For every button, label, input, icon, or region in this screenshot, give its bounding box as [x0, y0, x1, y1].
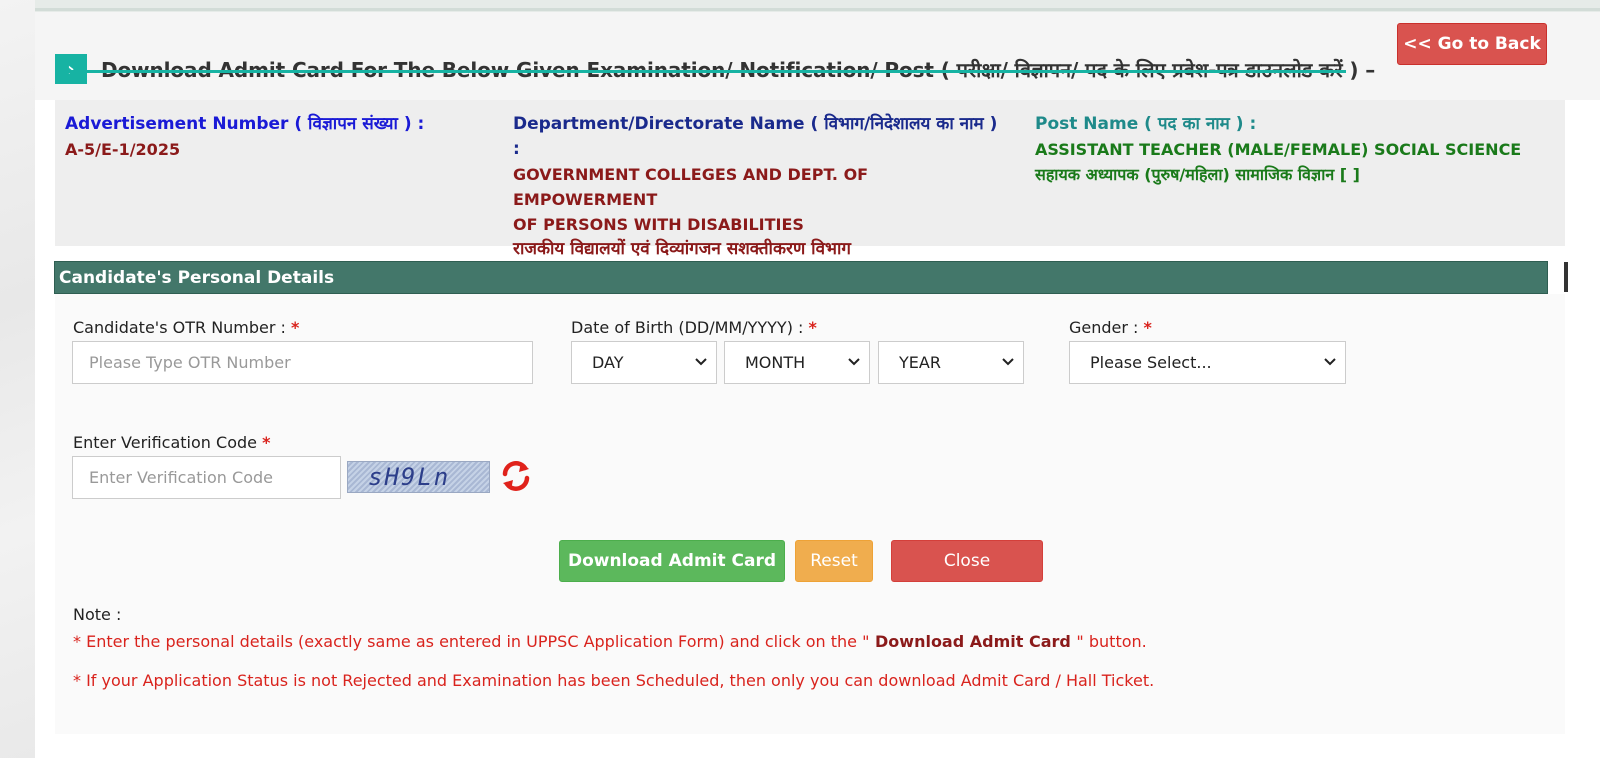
- post-value: ASSISTANT TEACHER (MALE/FEMALE) SOCIAL S…: [1035, 140, 1522, 159]
- dob-month-select[interactable]: MONTH: [724, 341, 870, 384]
- department-info: Department/Directorate Name ( विभाग/निदे…: [513, 112, 1013, 262]
- scroll-edge-marker: [1564, 262, 1568, 292]
- verification-label-text: Enter Verification Code: [73, 433, 257, 452]
- post-info: Post Name ( पद का नाम ) : ASSISTANT TEAC…: [1035, 112, 1555, 187]
- captcha-text: sH9Ln: [368, 463, 451, 491]
- department-label-colon: :: [513, 139, 520, 159]
- note-line-1-bold: Download Admit Card: [869, 632, 1077, 651]
- refresh-icon[interactable]: [499, 459, 533, 493]
- chevron-right-icon: ›: [55, 54, 87, 84]
- gender-label: Gender : *: [1069, 318, 1152, 337]
- chevron-down-icon: [848, 358, 860, 366]
- page-background-left: [0, 0, 35, 758]
- chevron-down-icon: [695, 358, 707, 366]
- captcha-image: sH9Ln: [347, 461, 490, 493]
- dob-day-value: DAY: [592, 353, 624, 372]
- note-line-1-prefix: * Enter the personal details (exactly sa…: [73, 632, 870, 651]
- gender-label-text: Gender :: [1069, 318, 1139, 337]
- exam-info-panel: Advertisement Number ( विज्ञापन संख्या )…: [55, 100, 1565, 259]
- top-strip-line: [35, 8, 1600, 11]
- required-mark: *: [808, 318, 817, 337]
- required-mark: *: [262, 433, 271, 452]
- dob-label-text: Date of Birth (DD/MM/YYYY) :: [571, 318, 804, 337]
- close-button[interactable]: Close: [891, 540, 1043, 582]
- dob-month-value: MONTH: [745, 353, 806, 372]
- note-title: Note :: [73, 605, 122, 624]
- advertisement-info: Advertisement Number ( विज्ञापन संख्या )…: [65, 112, 485, 162]
- dob-day-select[interactable]: DAY: [571, 341, 717, 384]
- verification-code-input[interactable]: Enter Verification Code: [72, 456, 341, 499]
- heading-underline: [55, 70, 1346, 73]
- note-line-2: * If your Application Status is not Reje…: [73, 671, 1155, 690]
- gender-value: Please Select...: [1090, 353, 1212, 372]
- personal-details-form: Candidate's OTR Number : * Please Type O…: [55, 294, 1565, 734]
- otr-number-input[interactable]: Please Type OTR Number: [72, 341, 533, 384]
- otr-label-text: Candidate's OTR Number :: [73, 318, 286, 337]
- department-value-line1: GOVERNMENT COLLEGES AND DEPT. OF EMPOWER…: [513, 165, 869, 209]
- reset-button[interactable]: Reset: [795, 540, 873, 582]
- note-line-1-suffix: " button.: [1076, 632, 1147, 651]
- chevron-down-icon: [1324, 358, 1336, 366]
- chevron-down-icon: [1002, 358, 1014, 366]
- note-line-1: * Enter the personal details (exactly sa…: [73, 632, 1147, 651]
- department-label: Department/Directorate Name ( विभाग/निदे…: [513, 114, 998, 134]
- required-mark: *: [1143, 318, 1152, 337]
- dob-label: Date of Birth (DD/MM/YYYY) : *: [571, 318, 817, 337]
- download-admit-card-button[interactable]: Download Admit Card: [559, 540, 785, 582]
- post-label: Post Name ( पद का नाम ) :: [1035, 114, 1257, 134]
- otr-label: Candidate's OTR Number : *: [73, 318, 299, 337]
- dob-year-select[interactable]: YEAR: [878, 341, 1024, 384]
- page-heading: › Download Admit Card For The Below Give…: [55, 42, 1410, 86]
- go-back-button[interactable]: << Go to Back: [1397, 23, 1547, 65]
- advertisement-label: Advertisement Number ( विज्ञापन संख्या )…: [65, 114, 425, 134]
- department-value-hindi: राजकीय विद्यालयों एवं दिव्यांगजन सशक्तीक…: [513, 239, 851, 259]
- post-value-hindi: सहायक अध्यापक (पुरुष/महिला) सामाजिक विज्…: [1035, 165, 1360, 184]
- department-value-line2: OF PERSONS WITH DISABILITIES: [513, 215, 804, 234]
- header-area: › Download Admit Card For The Below Give…: [35, 12, 1600, 100]
- advertisement-value: A-5/E-1/2025: [65, 140, 181, 159]
- verification-label: Enter Verification Code *: [73, 433, 270, 452]
- required-mark: *: [291, 318, 300, 337]
- section-header-personal-details: Candidate's Personal Details: [54, 261, 1548, 294]
- dob-year-value: YEAR: [899, 353, 941, 372]
- gender-select[interactable]: Please Select...: [1069, 341, 1346, 384]
